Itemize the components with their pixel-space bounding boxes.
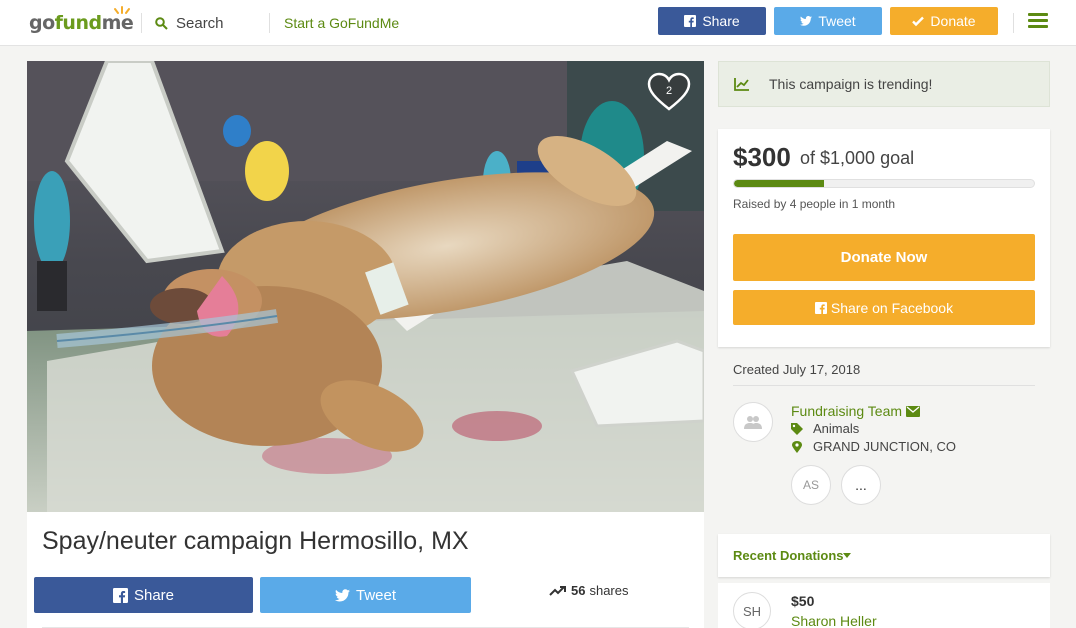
checkmark-icon bbox=[912, 16, 925, 27]
twitter-icon bbox=[800, 16, 813, 26]
shares-count: 56 shares bbox=[549, 583, 629, 598]
share-on-facebook-button[interactable]: Share on Facebook bbox=[733, 290, 1035, 325]
trending-up-icon bbox=[549, 585, 566, 596]
logo-sun-icon bbox=[114, 6, 130, 14]
header-tweet-button[interactable]: Tweet bbox=[774, 7, 882, 35]
sidebar-divider bbox=[733, 385, 1035, 386]
header-donate-button[interactable]: Donate bbox=[890, 7, 998, 35]
recent-donations-label: Recent Donations bbox=[733, 548, 844, 563]
search-link[interactable]: Search bbox=[155, 13, 224, 33]
donor-avatar: SH bbox=[733, 592, 771, 628]
search-label: Search bbox=[176, 14, 224, 32]
shares-number: 56 bbox=[571, 583, 586, 598]
raised-amount: $300 bbox=[733, 142, 791, 172]
twitter-icon bbox=[334, 588, 350, 601]
donation-amount: $50 bbox=[791, 593, 815, 609]
tag-icon bbox=[791, 422, 803, 435]
more-members-button[interactable]: ... bbox=[841, 465, 881, 505]
goal-text: of $1,000 goal bbox=[800, 148, 915, 168]
donate-now-button[interactable]: Donate Now bbox=[733, 234, 1035, 281]
map-pin-icon bbox=[792, 440, 802, 453]
raised-by-text: Raised by 4 people in 1 month bbox=[733, 197, 896, 211]
campaign-photo-illustration bbox=[27, 61, 704, 512]
start-gofundme-link[interactable]: Start a GoFundMe bbox=[284, 15, 399, 31]
header-share-label: Share bbox=[702, 13, 740, 29]
campaign-tweet-label: Tweet bbox=[355, 586, 397, 604]
header-donate-label: Donate bbox=[930, 13, 976, 29]
header-share-button[interactable]: Share bbox=[658, 7, 766, 35]
header-divider bbox=[141, 13, 142, 33]
team-name-label: Fundraising Team bbox=[791, 403, 903, 419]
campaign-location: GRAND JUNCTION, CO bbox=[791, 439, 956, 454]
share-on-facebook-label: Share on Facebook bbox=[830, 299, 954, 316]
donation-goal-card: $300 of $1,000 goal Raised by 4 people i… bbox=[718, 129, 1050, 347]
trending-banner: This campaign is trending! bbox=[718, 61, 1050, 107]
goal-progress-bar bbox=[733, 179, 1035, 188]
campaign-share-button[interactable]: Share bbox=[34, 577, 253, 613]
header-divider bbox=[269, 13, 270, 33]
campaign-title-card: Spay/neuter campaign Hermosillo, MX Shar… bbox=[27, 512, 704, 628]
goal-progress-fill bbox=[734, 180, 824, 187]
trending-text: This campaign is trending! bbox=[769, 76, 933, 92]
created-date: Created July 17, 2018 bbox=[733, 362, 861, 377]
heart-count: 2 bbox=[665, 85, 673, 97]
header-tweet-label: Tweet bbox=[818, 13, 856, 29]
facebook-icon bbox=[814, 301, 827, 314]
campaign-share-label: Share bbox=[133, 586, 175, 604]
trending-chart-icon bbox=[734, 78, 749, 91]
envelope-icon[interactable] bbox=[906, 405, 921, 417]
campaign-title: Spay/neuter campaign Hermosillo, MX bbox=[42, 527, 469, 555]
donor-name[interactable]: Sharon Heller bbox=[791, 613, 877, 628]
recent-donations-header[interactable]: Recent Donations bbox=[718, 534, 1050, 577]
facebook-icon bbox=[112, 587, 128, 603]
team-member-avatar[interactable]: AS bbox=[791, 465, 831, 505]
search-icon bbox=[155, 16, 168, 30]
category-label: Animals bbox=[813, 421, 860, 436]
people-icon bbox=[744, 416, 762, 429]
site-header: gofundme Search Start a GoFundMe Share T… bbox=[0, 0, 1076, 46]
team-avatar bbox=[733, 402, 773, 442]
campaign-tweet-button[interactable]: Tweet bbox=[260, 577, 471, 613]
shares-label: shares bbox=[589, 583, 629, 598]
campaign-category[interactable]: Animals bbox=[791, 421, 859, 436]
facebook-icon bbox=[684, 15, 697, 27]
hamburger-menu-icon[interactable] bbox=[1028, 13, 1048, 29]
header-divider bbox=[1013, 13, 1014, 33]
chevron-down-icon bbox=[843, 553, 851, 558]
gofundme-logo[interactable]: gofundme bbox=[29, 6, 134, 34]
fundraising-team-link[interactable]: Fundraising Team bbox=[791, 403, 921, 419]
campaign-photo bbox=[27, 61, 704, 512]
location-label: GRAND JUNCTION, CO bbox=[813, 439, 956, 454]
